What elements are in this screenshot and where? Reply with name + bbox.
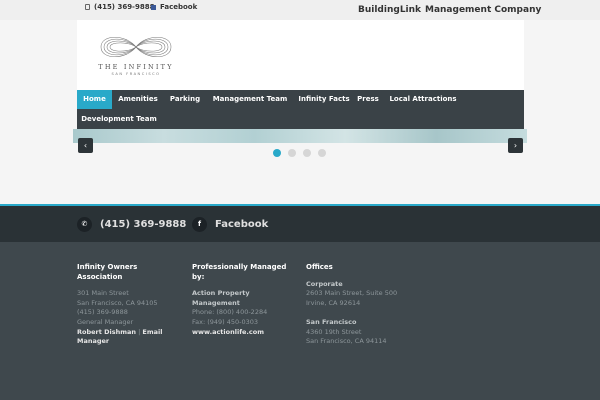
corporate-address-line2: Irvine, CA 92614 bbox=[306, 298, 361, 307]
nav-press[interactable]: Press bbox=[354, 90, 382, 109]
footer-association-column: Infinity Owners Association 301 Main Str… bbox=[77, 263, 177, 347]
slider-dot-1[interactable] bbox=[273, 149, 281, 157]
email-manager-link-cont[interactable]: Manager bbox=[77, 337, 177, 347]
nav-home[interactable]: Home bbox=[77, 90, 112, 109]
logo-title: THE INFINITY bbox=[98, 63, 174, 71]
nav-development-team[interactable]: Development Team bbox=[77, 110, 161, 129]
managed-phone: Phone: (800) 400-2284 bbox=[192, 308, 268, 317]
managed-fax: Fax: (949) 450-0303 bbox=[192, 317, 259, 326]
slider-dot-3[interactable] bbox=[303, 149, 311, 157]
topbar-phone-link[interactable]: (415) 369-9888 bbox=[85, 3, 154, 11]
sf-address-line2: San Francisco, CA 94114 bbox=[306, 337, 387, 346]
footer-facebook-text: Facebook bbox=[215, 219, 269, 230]
separator: | bbox=[138, 327, 141, 336]
nav-amenities[interactable]: Amenities bbox=[112, 90, 164, 109]
association-role: General Manager bbox=[77, 317, 134, 326]
footer-offices-column: Offices Corporate 2603 Main Street, Suit… bbox=[306, 263, 416, 347]
nav-infinity-facts[interactable]: Infinity Facts bbox=[294, 90, 354, 109]
footer-managed-column: Professionally Managed by: Action Proper… bbox=[192, 263, 297, 337]
slider-prev-button[interactable]: ‹ bbox=[78, 138, 93, 153]
managed-company: Action Property Management bbox=[192, 289, 250, 307]
buildinglink-link[interactable]: BuildingLink bbox=[358, 5, 421, 15]
topbar-phone-text: (415) 369-9888 bbox=[94, 3, 155, 11]
site-header: THE INFINITY SAN FRANCISCO bbox=[77, 20, 524, 90]
phone-icon bbox=[85, 4, 90, 10]
facebook-icon: f bbox=[192, 217, 207, 232]
offices-heading: Offices bbox=[306, 263, 333, 271]
email-manager-link[interactable]: Email bbox=[142, 328, 162, 336]
association-address-line2: San Francisco, CA 94105 bbox=[77, 298, 158, 307]
chevron-right-icon: › bbox=[513, 141, 518, 150]
corporate-label: Corporate bbox=[306, 279, 343, 288]
nav-parking[interactable]: Parking bbox=[164, 90, 206, 109]
management-company-link[interactable]: Management Company bbox=[425, 5, 541, 15]
slider-dot-2[interactable] bbox=[288, 149, 296, 157]
association-address-line1: 301 Main Street bbox=[77, 289, 129, 298]
corporate-address-line1: 2603 Main Street, Suite 500 bbox=[306, 289, 398, 298]
sf-office-label: San Francisco bbox=[306, 317, 357, 326]
main-nav: Home Amenities Parking Management Team I… bbox=[77, 90, 524, 129]
association-heading: Infinity Owners Association bbox=[77, 263, 138, 281]
managed-heading: Professionally Managed by: bbox=[192, 263, 287, 281]
topbar-facebook-text: Facebook bbox=[160, 3, 198, 11]
association-phone: (415) 369-9888 bbox=[77, 308, 128, 317]
site-logo[interactable]: THE INFINITY SAN FRANCISCO bbox=[91, 32, 181, 80]
footer-contact-bar: ✆ (415) 369-9888 f Facebook bbox=[0, 204, 600, 242]
hero-slider-image bbox=[73, 129, 527, 143]
nav-management-team[interactable]: Management Team bbox=[206, 90, 294, 109]
phone-icon: ✆ bbox=[77, 217, 92, 232]
logo-subtitle: SAN FRANCISCO bbox=[111, 72, 161, 76]
slider-dot-4[interactable] bbox=[318, 149, 326, 157]
topbar-facebook-link[interactable]: Facebook bbox=[151, 3, 197, 11]
footer-phone-link[interactable]: ✆ (415) 369-9888 bbox=[77, 217, 186, 232]
slider-next-button[interactable]: › bbox=[508, 138, 523, 153]
nav-local-attractions[interactable]: Local Attractions bbox=[384, 90, 462, 109]
chevron-left-icon: ‹ bbox=[83, 141, 88, 150]
footer-phone-text: (415) 369-9888 bbox=[100, 219, 187, 230]
managed-website-link[interactable]: www.actionlife.com bbox=[192, 328, 297, 338]
facebook-icon bbox=[151, 4, 156, 10]
top-bar: (415) 369-9888 Facebook BuildingLink Man… bbox=[0, 0, 600, 20]
manager-name: Robert Dishman bbox=[77, 327, 137, 336]
footer-facebook-link[interactable]: f Facebook bbox=[192, 217, 268, 232]
site-footer: Infinity Owners Association 301 Main Str… bbox=[0, 242, 600, 400]
infinity-logo-icon bbox=[100, 36, 172, 58]
sf-address-line1: 4360 19th Street bbox=[306, 327, 362, 336]
